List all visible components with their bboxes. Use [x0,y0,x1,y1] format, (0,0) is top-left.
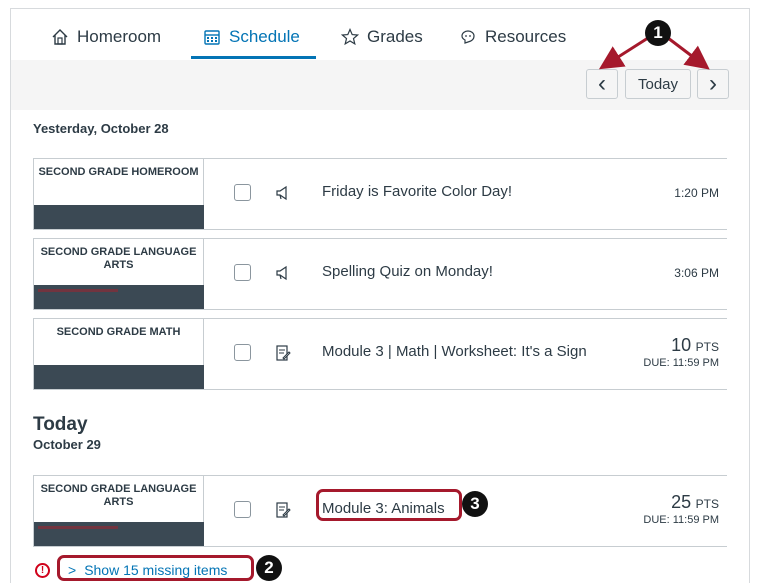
callout-badge: 1 [645,20,671,46]
yesterday-heading: Yesterday, October 28 [33,121,169,136]
complete-checkbox[interactable] [234,344,251,361]
course-name: SECOND GRADE LANGUAGE ARTS [34,239,204,285]
item-time: 3:06 PM [674,266,719,280]
item-title[interactable]: Friday is Favorite Color Day! [322,183,512,200]
assignment-icon [276,345,291,361]
tab-grades[interactable]: Grades [341,27,423,59]
points-value: 25 [671,492,692,512]
planner-item: SECOND GRADE MATH Module 3 | Math | Work… [33,318,727,390]
tab-bar: Homeroom Schedule Grades Resources [11,9,749,59]
course-card[interactable]: SECOND GRADE LANGUAGE ARTS [34,239,204,309]
chevron-left-icon: ‹ [598,70,606,97]
complete-checkbox[interactable] [234,264,251,281]
complete-checkbox[interactable] [234,184,251,201]
tab-label: Grades [367,27,423,46]
course-card[interactable]: SECOND GRADE HOMEROOM [34,159,204,229]
schedule-nav-bar: ‹ Today › [11,60,749,110]
item-points: 10 PTS DUE: 11:59 PM [643,335,719,369]
next-week-button[interactable]: › [697,69,729,99]
callout-badge: 3 [462,491,488,517]
calendar-icon [204,30,220,45]
tab-label: Resources [485,27,567,46]
course-color-stripe [34,205,204,229]
item-title[interactable]: Spelling Quiz on Monday! [322,263,493,280]
course-card[interactable]: SECOND GRADE LANGUAGE ARTS [34,476,204,546]
warning-icon: ! [35,562,50,578]
item-time: 1:20 PM [674,186,719,200]
today-button[interactable]: Today [625,69,691,99]
planner-item: SECOND GRADE LANGUAGE ARTS Spelling Quiz… [33,238,727,310]
tab-resources[interactable]: Resources [459,27,566,59]
course-name: SECOND GRADE HOMEROOM [34,159,204,205]
highlight-box [316,489,462,521]
points-unit: PTS [695,497,719,511]
chevron-right-icon: › [709,70,717,97]
item-points: 25 PTS DUE: 11:59 PM [643,492,719,526]
course-name: SECOND GRADE MATH [34,319,204,365]
star-icon [341,28,359,46]
announcement-icon [276,265,287,281]
course-color-stripe [34,365,204,389]
item-title[interactable]: Module 3 | Math | Worksheet: It's a Sign [322,343,587,360]
tab-label: Homeroom [77,27,162,46]
planner-item: SECOND GRADE HOMEROOM Friday is Favorite… [33,158,727,230]
callout-badge: 2 [256,555,282,581]
course-color-stripe [34,522,204,546]
resources-icon [461,30,475,44]
home-icon [52,29,68,45]
tab-homeroom[interactable]: Homeroom [51,27,161,59]
previous-week-button[interactable]: ‹ [586,69,618,99]
today-date: October 29 [33,437,101,452]
tab-schedule[interactable]: Schedule [191,27,316,59]
points-value: 10 [671,335,692,355]
tab-label: Schedule [229,27,300,46]
complete-checkbox[interactable] [234,501,251,518]
assignment-icon [276,502,291,518]
announcement-icon [276,185,287,201]
highlight-box [57,555,254,581]
due-time: DUE: 11:59 PM [643,514,719,526]
points-unit: PTS [695,340,719,354]
today-heading: Today [33,414,88,435]
course-name: SECOND GRADE LANGUAGE ARTS [34,476,204,522]
due-time: DUE: 11:59 PM [643,357,719,369]
course-card[interactable]: SECOND GRADE MATH [34,319,204,389]
course-color-stripe [34,285,204,309]
